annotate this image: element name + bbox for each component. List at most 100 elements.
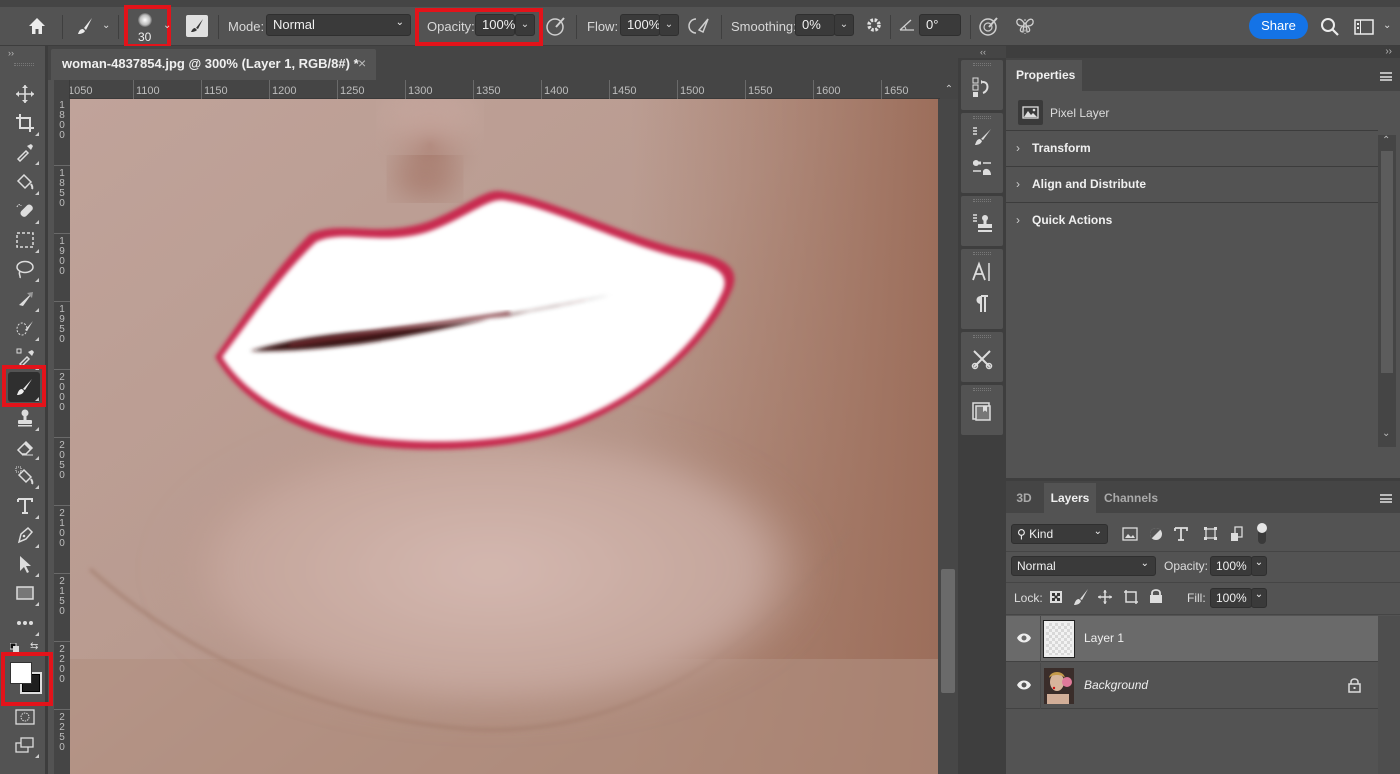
layer-filter-kind[interactable]: ⚲ Kind ⌄ bbox=[1011, 524, 1108, 544]
brushes-icon[interactable] bbox=[971, 157, 993, 179]
path-selection-tool[interactable] bbox=[10, 550, 40, 578]
brush-size-chevron-icon[interactable]: ⌄ bbox=[163, 20, 171, 31]
layers-panel-menu-icon[interactable] bbox=[1380, 494, 1392, 503]
tools-scissors-icon[interactable] bbox=[971, 348, 993, 370]
swap-colors-icon[interactable]: ⇆ bbox=[30, 642, 40, 652]
workspace-icon[interactable] bbox=[1354, 19, 1374, 35]
tab-layers[interactable]: Layers bbox=[1044, 483, 1096, 513]
document-canvas[interactable] bbox=[70, 99, 938, 774]
section-align-distribute[interactable]: › Align and Distribute bbox=[1006, 166, 1378, 202]
document-tab[interactable]: woman-4837854.jpg @ 300% (Layer 1, RGB/8… bbox=[51, 49, 376, 80]
share-button[interactable]: Share bbox=[1249, 13, 1308, 39]
crop-tool[interactable] bbox=[10, 109, 40, 137]
canvas-scroll-thumb[interactable] bbox=[941, 569, 955, 693]
ruler-origin[interactable] bbox=[54, 80, 70, 99]
marquee-tool[interactable] bbox=[10, 226, 40, 254]
canvas-vertical-scrollbar[interactable] bbox=[938, 99, 958, 774]
airbrush-icon[interactable] bbox=[688, 15, 712, 37]
panel-menu-icon[interactable] bbox=[1380, 72, 1392, 81]
eraser-tool[interactable] bbox=[10, 433, 40, 461]
workspace-chevron-icon[interactable]: ⌄ bbox=[1383, 20, 1391, 31]
symmetry-butterfly-icon[interactable] bbox=[1014, 15, 1036, 37]
fill-input[interactable]: 100% bbox=[1210, 588, 1252, 608]
opacity-input[interactable]: 100% bbox=[475, 14, 515, 36]
pressure-opacity-icon[interactable] bbox=[545, 15, 567, 37]
ruler-scroll-up-icon[interactable]: ⌃ bbox=[940, 80, 958, 99]
more-tools[interactable] bbox=[10, 609, 40, 637]
libraries-icon[interactable] bbox=[971, 401, 993, 423]
opacity-dropdown[interactable]: ⌄ bbox=[515, 14, 535, 36]
layers-scrollbar[interactable] bbox=[1378, 616, 1400, 774]
lasso-tool[interactable] bbox=[10, 255, 40, 283]
lock-transparent-icon[interactable] bbox=[1049, 590, 1063, 604]
brush-tip-preview[interactable] bbox=[135, 13, 155, 29]
gear-icon[interactable] bbox=[865, 16, 883, 34]
clone-stamp-tool[interactable] bbox=[10, 404, 40, 432]
foreground-color-swatch[interactable] bbox=[10, 662, 32, 684]
tab-channels[interactable]: Channels bbox=[1098, 483, 1164, 513]
layer-lock-icon[interactable] bbox=[1348, 677, 1361, 693]
toolbar-grip[interactable] bbox=[14, 63, 34, 66]
collapse-dock-icon[interactable]: ‹‹ bbox=[958, 46, 1008, 58]
angle-input[interactable]: 0° bbox=[919, 14, 961, 36]
scroll-up-icon[interactable]: ⌃ bbox=[1382, 135, 1390, 146]
fill-dropdown[interactable]: ⌄ bbox=[1251, 588, 1267, 608]
search-icon[interactable] bbox=[1320, 17, 1340, 37]
pen-tool[interactable] bbox=[10, 521, 40, 549]
properties-scrollbar[interactable]: ⌃ ⌄ bbox=[1378, 135, 1396, 447]
smoothing-dropdown[interactable]: ⌄ bbox=[834, 14, 854, 36]
clone-source-icon[interactable] bbox=[971, 212, 993, 234]
close-icon[interactable]: × bbox=[358, 55, 366, 71]
filter-toggle[interactable] bbox=[1256, 522, 1268, 546]
move-tool[interactable] bbox=[10, 80, 40, 108]
expand-toolbar-icon[interactable]: ›› bbox=[8, 48, 14, 58]
filter-shape-icon[interactable] bbox=[1203, 526, 1218, 541]
properties-scroll-thumb[interactable] bbox=[1381, 151, 1393, 373]
brush-preset-icon[interactable] bbox=[74, 15, 96, 37]
quick-selection-tool[interactable] bbox=[10, 314, 40, 342]
paragraph-icon[interactable] bbox=[971, 293, 993, 315]
filter-adjustment-icon[interactable] bbox=[1149, 527, 1163, 541]
filter-smart-object-icon[interactable] bbox=[1230, 526, 1244, 542]
filter-pixel-icon[interactable] bbox=[1122, 527, 1138, 541]
scroll-down-icon[interactable]: ⌄ bbox=[1382, 428, 1390, 439]
filter-type-icon[interactable] bbox=[1174, 526, 1188, 542]
object-selection-tool[interactable] bbox=[10, 285, 40, 313]
rectangle-tool[interactable] bbox=[10, 579, 40, 607]
section-transform[interactable]: › Transform bbox=[1006, 130, 1378, 166]
lock-position-icon[interactable] bbox=[1097, 589, 1113, 605]
brush-settings-icon[interactable] bbox=[971, 125, 993, 147]
gradient-tool[interactable] bbox=[10, 462, 40, 490]
tab-properties[interactable]: Properties bbox=[1006, 60, 1082, 91]
section-quick-actions[interactable]: › Quick Actions bbox=[1006, 202, 1378, 238]
flow-input[interactable]: 100% bbox=[620, 14, 660, 36]
smoothing-input[interactable]: 0% bbox=[795, 14, 835, 36]
lock-pixels-icon[interactable] bbox=[1073, 588, 1089, 606]
visibility-eye-icon[interactable] bbox=[1016, 632, 1032, 644]
brush-tool[interactable] bbox=[8, 372, 40, 402]
flow-dropdown[interactable]: ⌄ bbox=[659, 14, 679, 36]
layer-opacity-input[interactable]: 100% bbox=[1210, 556, 1252, 576]
type-tool[interactable] bbox=[10, 492, 40, 520]
collapse-panels-icon[interactable]: ›› bbox=[1385, 46, 1392, 57]
mode-select[interactable]: Normal ⌄ bbox=[266, 14, 411, 36]
blend-mode-select[interactable]: Normal ⌄ bbox=[1011, 556, 1156, 576]
lock-artboard-icon[interactable] bbox=[1123, 589, 1139, 605]
home-icon[interactable] bbox=[26, 15, 48, 37]
visibility-eye-icon[interactable] bbox=[1016, 679, 1032, 691]
paint-bucket-tool[interactable] bbox=[10, 168, 40, 196]
pressure-size-icon[interactable] bbox=[978, 15, 1000, 37]
eyedropper-tool[interactable] bbox=[10, 138, 40, 166]
layer-row-layer-1[interactable]: Layer 1 bbox=[1006, 616, 1378, 662]
history-icon[interactable] bbox=[971, 76, 993, 98]
screen-mode-button[interactable] bbox=[10, 731, 40, 759]
tab-3d[interactable]: 3D bbox=[1006, 483, 1042, 513]
lock-all-icon[interactable] bbox=[1149, 588, 1163, 604]
spot-healing-tool[interactable] bbox=[10, 197, 40, 225]
layer-opacity-dropdown[interactable]: ⌄ bbox=[1251, 556, 1267, 576]
brush-settings-panel-icon[interactable] bbox=[186, 15, 208, 37]
layer-row-background[interactable]: Background bbox=[1006, 663, 1378, 709]
character-icon[interactable] bbox=[971, 261, 993, 283]
chevron-down-icon[interactable]: ⌄ bbox=[102, 20, 110, 31]
quick-mask-button[interactable] bbox=[10, 703, 40, 731]
